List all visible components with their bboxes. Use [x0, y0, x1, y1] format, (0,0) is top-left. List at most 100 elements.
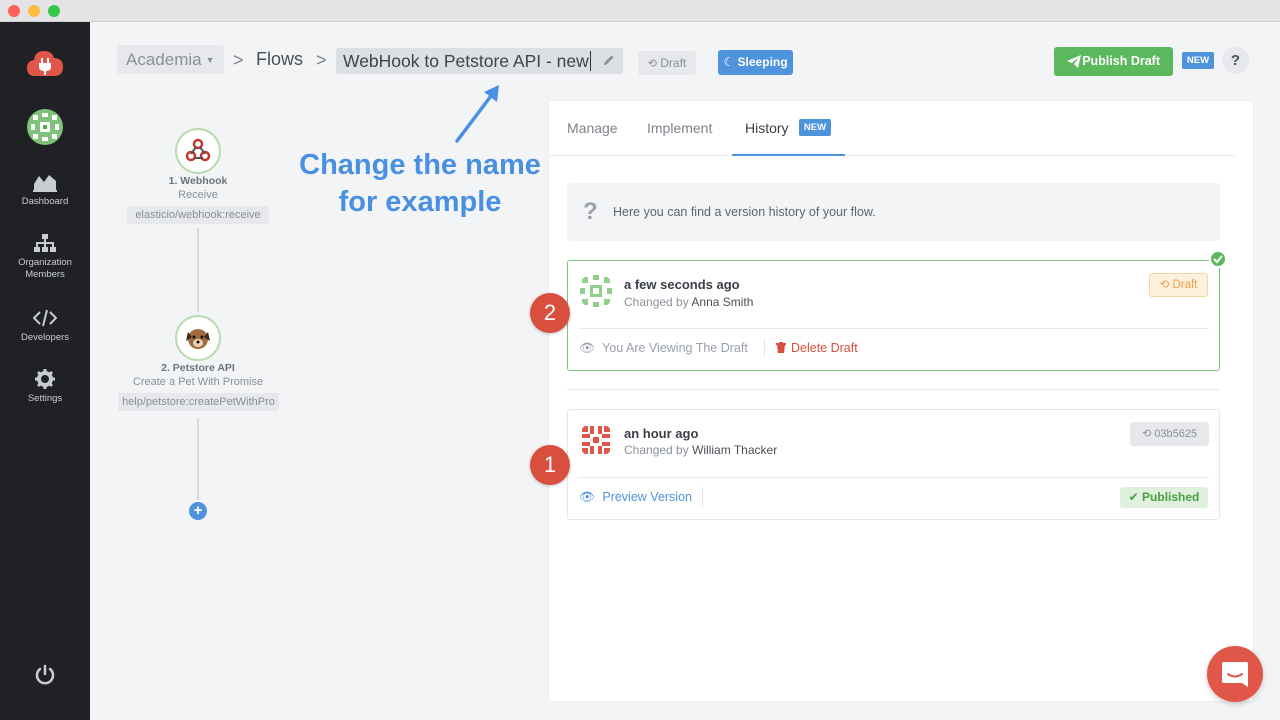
sidebar-item-label: Organization Members: [18, 257, 72, 280]
app-logo-icon[interactable]: [26, 48, 64, 78]
annotation-arrow-icon: [455, 85, 499, 143]
window-close-button[interactable]: [8, 5, 20, 17]
step-component-code: help/petstore:createPetWithPro: [118, 393, 279, 411]
card-divider: [578, 328, 1209, 329]
version-hash-tag[interactable]: ⟲ 03b5625: [1130, 422, 1209, 446]
step-subtitle: Receive: [178, 189, 218, 201]
dashboard-icon: [33, 175, 57, 192]
paper-plane-icon: [1067, 55, 1081, 68]
check-icon: ✔: [1128, 490, 1139, 504]
changed-by-label: Changed by: [624, 443, 689, 457]
breadcrumb-flows[interactable]: Flows: [256, 49, 303, 70]
annotation-callout: Change the name for example: [290, 147, 550, 221]
new-badge: NEW: [1182, 52, 1214, 69]
draft-status-label: Draft: [660, 56, 687, 70]
published-label: Published: [1142, 490, 1200, 504]
window-minimize-button[interactable]: [28, 5, 40, 17]
annotation-line: Change the name: [299, 149, 541, 181]
breadcrumb-separator: >: [316, 50, 327, 70]
delete-draft-button[interactable]: Delete Draft: [776, 341, 858, 355]
panel-tabs: Manage Implement History NEW: [549, 101, 1235, 156]
org-name: Academia: [126, 50, 202, 69]
publish-draft-button[interactable]: Publish Draft: [1054, 47, 1173, 76]
sleeping-button[interactable]: ☾ Sleeping: [718, 50, 793, 75]
eye-icon: 👁: [579, 490, 595, 504]
moon-icon: ☾: [723, 55, 735, 69]
pencil-icon[interactable]: [603, 54, 615, 66]
tab-history[interactable]: History: [745, 120, 789, 136]
history-icon: ⟲: [1141, 428, 1152, 440]
flow-name-input[interactable]: WebHook to Petstore API - new: [336, 48, 623, 74]
breadcrumb-separator: >: [233, 50, 244, 70]
window-titlebar: [0, 0, 1280, 22]
step-subtitle: Create a Pet With Promise: [132, 376, 264, 388]
version-author: Changed by William Thacker: [624, 443, 777, 457]
author-avatar: [578, 273, 614, 309]
annotation-line: for example: [338, 186, 502, 218]
changed-by-label: Changed by: [624, 295, 689, 309]
preview-version-label: Preview Version: [602, 490, 692, 504]
add-step-button[interactable]: +: [189, 502, 207, 520]
user-avatar[interactable]: [27, 109, 63, 145]
viewing-draft-label: You Are Viewing The Draft: [602, 341, 748, 355]
caret-down-icon: ▼: [205, 55, 215, 65]
step-title: 2. Petstore API: [161, 362, 235, 374]
version-time: an hour ago: [624, 426, 699, 441]
side-panel: Manage Implement History NEW ? Here you …: [549, 101, 1253, 701]
version-hash: 03b5625: [1154, 428, 1198, 440]
tab-implement[interactable]: Implement: [647, 120, 712, 136]
draft-status-pill: ⟲ Draft: [638, 51, 696, 75]
author-avatar: [578, 422, 614, 458]
history-icon: ⟲: [1159, 279, 1170, 291]
help-button[interactable]: ?: [1222, 47, 1249, 74]
step-title: 1. Webhook: [168, 175, 228, 187]
history-info-box: ? Here you can find a version history of…: [567, 183, 1220, 241]
delete-draft-label: Delete Draft: [791, 341, 858, 355]
org-switcher[interactable]: Academia ▼: [117, 45, 224, 74]
trash-icon: [776, 342, 786, 353]
draft-tag: ⟲ Draft: [1149, 273, 1208, 297]
section-divider: [567, 389, 1220, 390]
window-zoom-button[interactable]: [48, 5, 60, 17]
eye-icon: 👁: [579, 341, 595, 355]
step-webhook-node[interactable]: [175, 128, 221, 174]
gear-icon: [35, 369, 55, 389]
sidebar-item-label: Developers: [20, 332, 70, 343]
flow-connector: [197, 228, 199, 312]
version-card-published[interactable]: an hour ago Changed by William Thacker ⟲…: [567, 409, 1220, 520]
org-members-icon: [34, 234, 56, 252]
callout-number-badge: 1: [530, 445, 570, 485]
version-card-draft[interactable]: a few seconds ago Changed by Anna Smith …: [567, 260, 1220, 371]
flow-name-text: WebHook to Petstore API - new: [343, 51, 589, 71]
check-icon: [1209, 250, 1227, 268]
sidebar-item-developers[interactable]: Developers: [0, 308, 90, 344]
tab-manage[interactable]: Manage: [567, 120, 618, 136]
callout-number-badge: 2: [530, 293, 570, 333]
step-component-code: elasticio/webhook:receive: [127, 206, 269, 224]
power-icon[interactable]: [34, 664, 56, 686]
step-petstore-node[interactable]: [175, 315, 221, 361]
version-time: a few seconds ago: [624, 277, 740, 292]
draft-tag-label: Draft: [1172, 279, 1198, 291]
sidebar-item-label: Settings: [27, 393, 63, 404]
publish-draft-label: Publish Draft: [1082, 54, 1160, 68]
sleeping-label: Sleeping: [737, 55, 788, 69]
card-divider: [578, 477, 1209, 478]
sidebar-item-organization-members[interactable]: Organization Members: [0, 233, 90, 281]
chat-icon: [1222, 662, 1248, 687]
flow-connector: [197, 418, 199, 500]
sidebar-item-dashboard[interactable]: Dashboard: [0, 172, 90, 208]
author-name: William Thacker: [692, 443, 778, 457]
tab-new-badge: NEW: [799, 119, 831, 136]
sidebar-item-settings[interactable]: Settings: [0, 369, 90, 405]
preview-version-button[interactable]: 👁 Preview Version: [579, 490, 692, 505]
chat-launcher-button[interactable]: [1207, 646, 1263, 702]
sidebar-item-label: Dashboard: [21, 196, 69, 207]
history-icon: ⟲: [647, 58, 657, 70]
published-status-badge: ✔ Published: [1120, 487, 1208, 508]
webhook-icon: [185, 138, 211, 162]
question-icon: ?: [583, 198, 598, 225]
dog-icon: [186, 329, 210, 349]
history-info-text: Here you can find a version history of y…: [613, 205, 876, 219]
code-icon: [33, 309, 57, 327]
